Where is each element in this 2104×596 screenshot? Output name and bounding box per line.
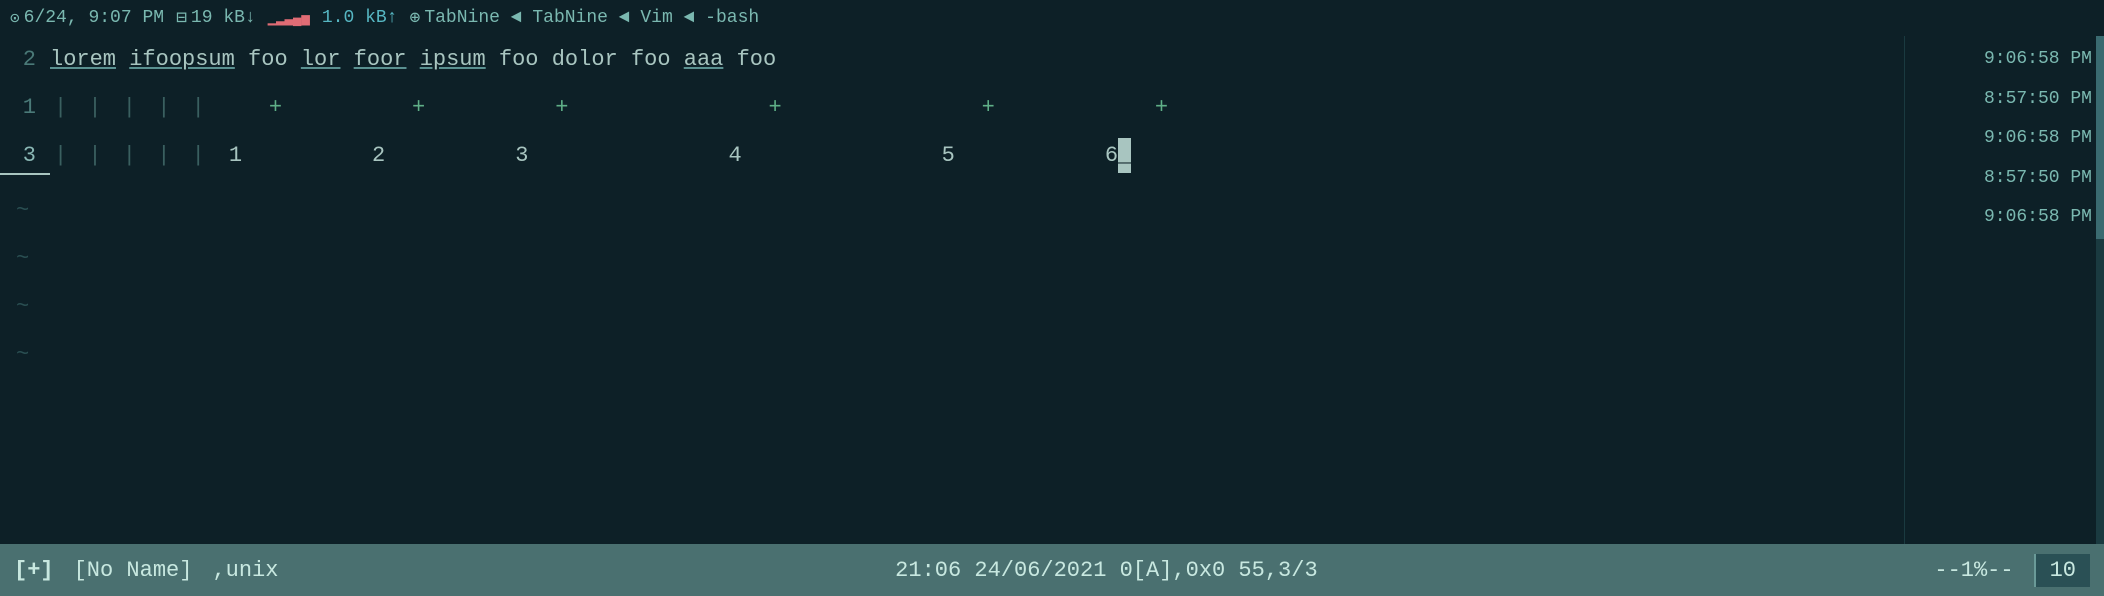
time-3: 9:06:58 PM — [1984, 119, 2092, 159]
editor-line-1: 1 | | | | | + + + + + + — [0, 90, 1904, 138]
line-content-2: lorem ifoopsum foo lor foor ipsum foo do… — [50, 42, 1904, 77]
line-content-1: | | | | | + + + + + + — [50, 90, 1904, 125]
net-icon: ⊟ — [176, 7, 187, 29]
time-2: 8:57:50 PM — [1984, 80, 2092, 120]
tabnine-display: ⊕ TabNine ◄ TabNine ◄ Vim ◄ -bash — [409, 7, 759, 29]
net-bars-icon: ▁▂▃▄▅ — [268, 10, 310, 27]
token-aaa: aaa — [684, 42, 724, 77]
line-content-3: | | | | | 1 2 3 4 5 6 _ — [50, 138, 1904, 173]
upload-display: 1.0 kB↑ — [322, 8, 398, 28]
sep-a4: | — [144, 138, 170, 173]
token-space4 — [340, 42, 353, 77]
sep-a1: | — [54, 138, 67, 173]
sep4: | — [144, 90, 170, 125]
sep-a3: | — [110, 138, 136, 173]
status-tab: 10 — [2034, 554, 2090, 587]
scrollbar[interactable] — [2096, 36, 2104, 544]
sep2: | — [75, 90, 101, 125]
token-space3 — [288, 42, 301, 77]
tilde-line-4: ~ — [0, 330, 1904, 378]
token-space7 — [539, 42, 552, 77]
num1: 1 — [229, 138, 242, 173]
status-format: ,unix — [212, 558, 278, 583]
token-foo2: foo — [499, 42, 539, 77]
time-4: 8:57:50 PM — [1984, 159, 2092, 199]
net-up-label: 1.0 kB↑ — [322, 8, 398, 28]
token-ifoopsum: ifoopsum — [129, 42, 235, 77]
net-down-label: 19 kB↓ — [191, 8, 256, 28]
main-content: 2 lorem ifoopsum foo lor foor ipsum foo … — [0, 36, 2104, 544]
tilde-line-2: ~ — [0, 234, 1904, 282]
num4: 4 — [728, 138, 741, 173]
plus4: + — [768, 90, 781, 125]
tilde-2: ~ — [0, 246, 29, 271]
sep1: | — [54, 90, 67, 125]
sep-a5: | — [178, 138, 204, 173]
editor-area[interactable]: 2 lorem ifoopsum foo lor foor ipsum foo … — [0, 36, 1904, 544]
token-foor: foor — [354, 42, 407, 77]
plus1: + — [269, 90, 282, 125]
tabnine-label: TabNine ◄ TabNine ◄ Vim ◄ -bash — [424, 8, 759, 28]
scroll-thumb — [2096, 36, 2104, 239]
token-foo3: foo — [631, 42, 671, 77]
tilde-3: ~ — [0, 294, 29, 319]
num2: 2 — [372, 138, 385, 173]
status-bar: [+] [No Name] ,unix 21:06 24/06/2021 0[A… — [0, 544, 2104, 596]
datetime-label: 6/24, 9:07 PM — [24, 8, 164, 28]
tabnine-icon: ⊕ — [409, 7, 420, 29]
cursor: _ — [1118, 138, 1131, 173]
editor-line-3: 3 | | | | | 1 2 3 4 5 6 _ — [0, 138, 1904, 186]
token-dolor: dolor — [552, 42, 618, 77]
token-foo4: foo — [737, 42, 777, 77]
token-foo1: foo — [248, 42, 288, 77]
sep5: | — [178, 90, 204, 125]
status-filename: [No Name] — [74, 558, 193, 583]
token-lorem: lorem — [50, 42, 116, 77]
sep3: | — [110, 90, 136, 125]
right-sidebar: 9:06:58 PM 8:57:50 PM 9:06:58 PM 8:57:50… — [1904, 36, 2104, 544]
token-space10 — [723, 42, 736, 77]
network-display: ⊟ 19 kB↓ — [176, 7, 256, 29]
token-space9 — [671, 42, 684, 77]
num6: 6 — [1105, 138, 1118, 173]
token-lor: lor — [301, 42, 341, 77]
status-middle: 21:06 24/06/2021 0[A],0x0 55,3/3 — [298, 558, 1914, 583]
tilde-line-3: ~ — [0, 282, 1904, 330]
editor-line-2: 2 lorem ifoopsum foo lor foor ipsum foo … — [0, 42, 1904, 90]
tilde-4: ~ — [0, 342, 29, 367]
clock-icon: ⊙ — [10, 8, 20, 28]
token-space5 — [406, 42, 419, 77]
plus6: + — [1155, 90, 1168, 125]
sep-a2: | — [75, 138, 101, 173]
time-1: 9:06:58 PM — [1984, 40, 2092, 80]
plus5: + — [982, 90, 995, 125]
line-number-3: 3 — [0, 138, 50, 175]
top-bar: ⊙ 6/24, 9:07 PM ⊟ 19 kB↓ ▁▂▃▄▅ 1.0 kB↑ ⊕… — [0, 0, 2104, 36]
num3: 3 — [515, 138, 528, 173]
plus3: + — [555, 90, 568, 125]
line-number-1: 1 — [0, 90, 50, 125]
time-5: 9:06:58 PM — [1984, 198, 2092, 238]
token-space6 — [486, 42, 499, 77]
line-number-2: 2 — [0, 42, 50, 77]
network-bars: ▁▂▃▄▅ — [268, 10, 310, 27]
token-space2 — [235, 42, 248, 77]
token-ipsum: ipsum — [420, 42, 486, 77]
plus2: + — [412, 90, 425, 125]
num5: 5 — [942, 138, 955, 173]
token-space8 — [618, 42, 631, 77]
clock-display: ⊙ 6/24, 9:07 PM — [10, 8, 164, 28]
status-modified: [+] — [14, 558, 54, 583]
token-space1 — [116, 42, 129, 77]
status-scrollpct: --1%-- — [1934, 558, 2013, 583]
tilde-1: ~ — [0, 198, 29, 223]
tilde-line-1: ~ — [0, 186, 1904, 234]
